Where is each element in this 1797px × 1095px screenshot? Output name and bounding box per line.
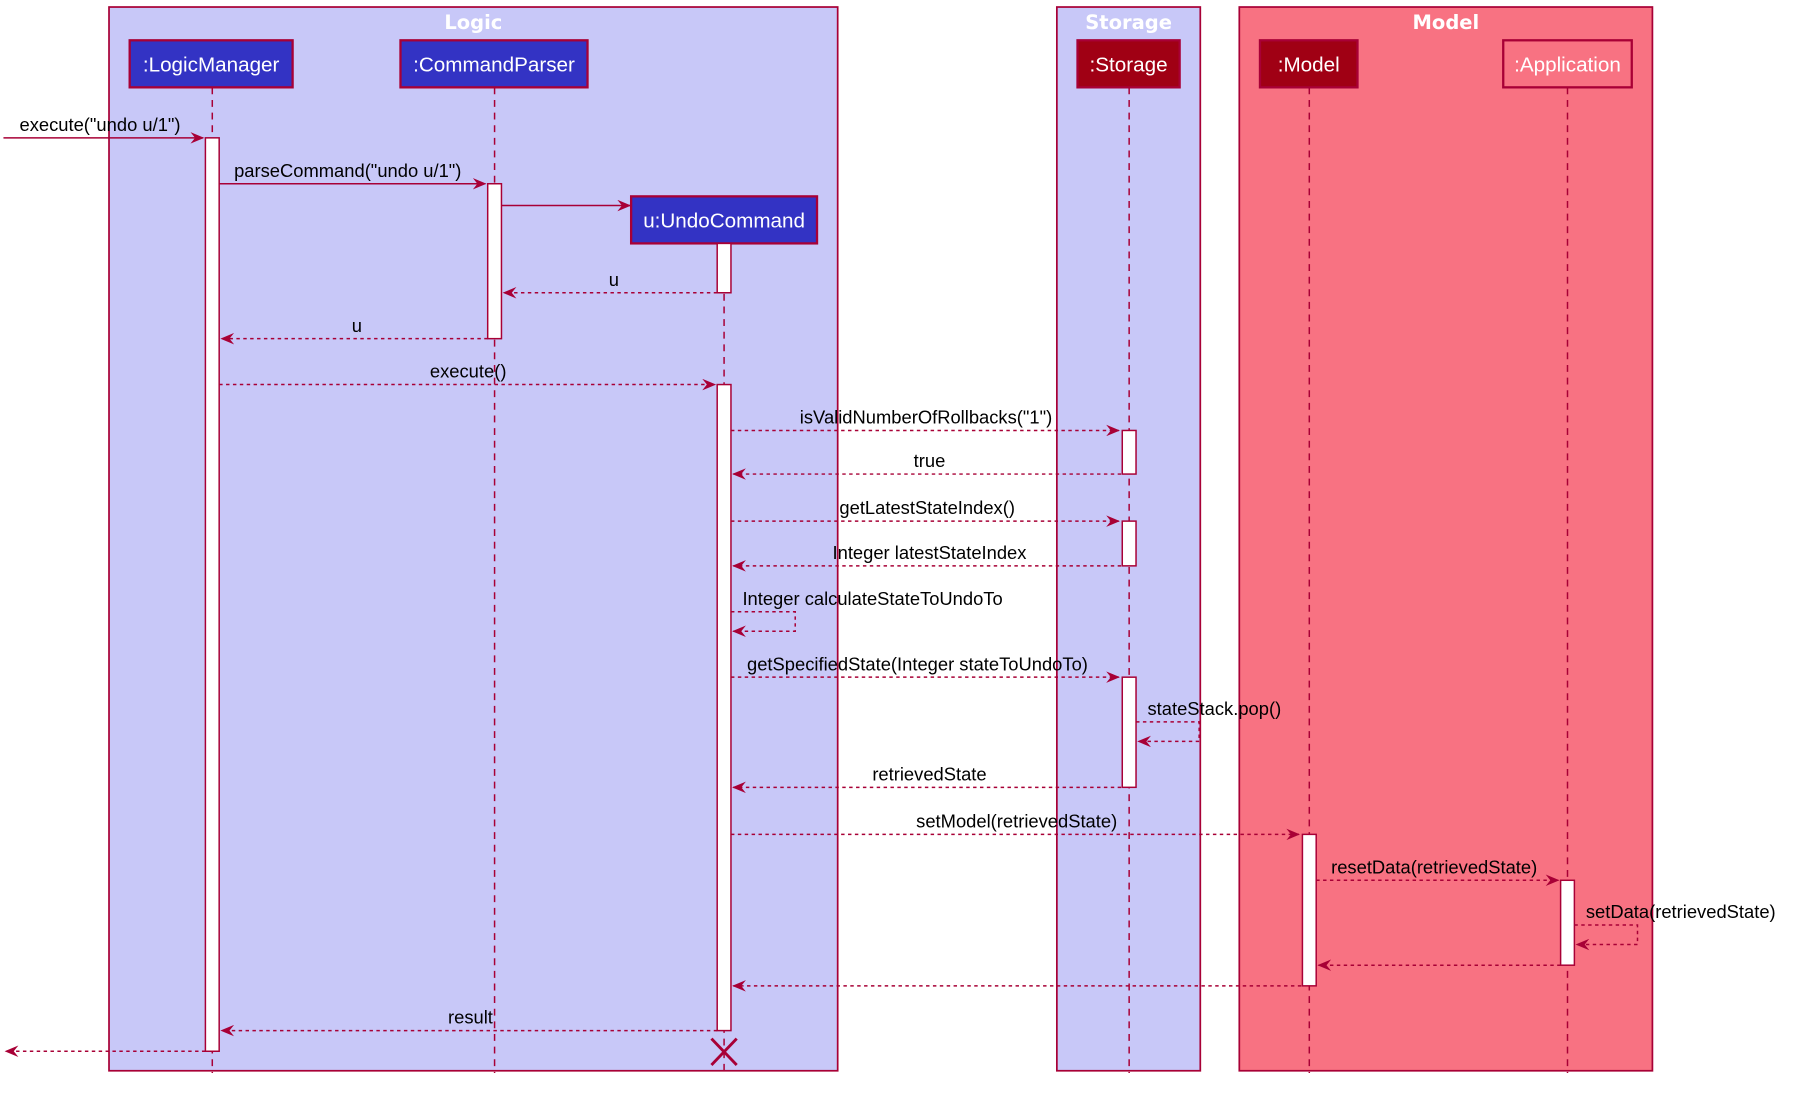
message-label: setData(retrievedState): [1586, 901, 1776, 922]
participant-label: u:UndoCommand: [643, 209, 805, 232]
participant-label: :LogicManager: [143, 53, 280, 76]
message-label: Integer calculateStateToUndoTo: [742, 588, 1002, 609]
message-label: u: [609, 269, 619, 290]
activation-bar-ap: [1559, 879, 1576, 966]
participant-cp: :CommandParser: [399, 39, 589, 89]
sequence-diagram: Logic Storage Model :LogicManager :CommandP…: [3, 6, 1776, 1076]
activation-bar-cp: [486, 182, 503, 340]
message-arrow: getSpecifiedState(Integer stateToUndoTo): [730, 653, 1120, 683]
message-arrow: parseCommand("undo u/1"): [219, 160, 487, 190]
participant-lm: :LogicManager: [128, 39, 294, 89]
message-label: stateStack.pop(): [1148, 698, 1282, 719]
participant-label: :Application: [1514, 53, 1621, 76]
message-label: execute("undo u/1"): [20, 114, 181, 135]
message-label: u: [352, 315, 362, 336]
frame-title: Storage: [1085, 11, 1172, 34]
message-label: getSpecifiedState(Integer stateToUndoTo): [747, 653, 1088, 674]
participant-st: :Storage: [1076, 39, 1181, 89]
frame-title: Model: [1413, 11, 1480, 34]
activation-bar-lm: [204, 137, 220, 1053]
message-label: resetData(retrievedState): [1331, 856, 1537, 877]
activation-bar-uc: [716, 242, 732, 294]
participant-label: :CommandParser: [413, 53, 575, 76]
message-label: Integer latestStateIndex: [833, 542, 1027, 563]
participant-uc: u:UndoCommand: [629, 195, 819, 245]
frame-title: Logic: [444, 11, 502, 34]
message-label: true: [914, 450, 946, 471]
activation-bar-st: [1121, 676, 1137, 789]
message-arrow: execute("undo u/1"): [3, 114, 205, 144]
message-label: execute(): [430, 361, 507, 382]
activation-bar-st: [1121, 429, 1137, 475]
message-arrow: resetData(retrievedState): [1316, 856, 1560, 887]
message-label: result: [448, 1007, 493, 1028]
activation-bar-uc: [716, 383, 732, 1032]
message-label: retrievedState: [872, 763, 986, 784]
message-label: parseCommand("undo u/1"): [234, 160, 461, 181]
participant-label: :Model: [1278, 53, 1340, 76]
participant-label: :Storage: [1090, 53, 1168, 76]
activation-bar-mo: [1301, 833, 1317, 987]
message-label: isValidNumberOfRollbacks("1"): [800, 407, 1052, 428]
activation-bar-st: [1121, 520, 1137, 567]
participant-mo: :Model: [1258, 39, 1359, 89]
message-label: getLatestStateIndex(): [839, 497, 1015, 518]
participant-ap: :Application: [1502, 39, 1633, 89]
message-label: setModel(retrievedState): [916, 810, 1117, 831]
